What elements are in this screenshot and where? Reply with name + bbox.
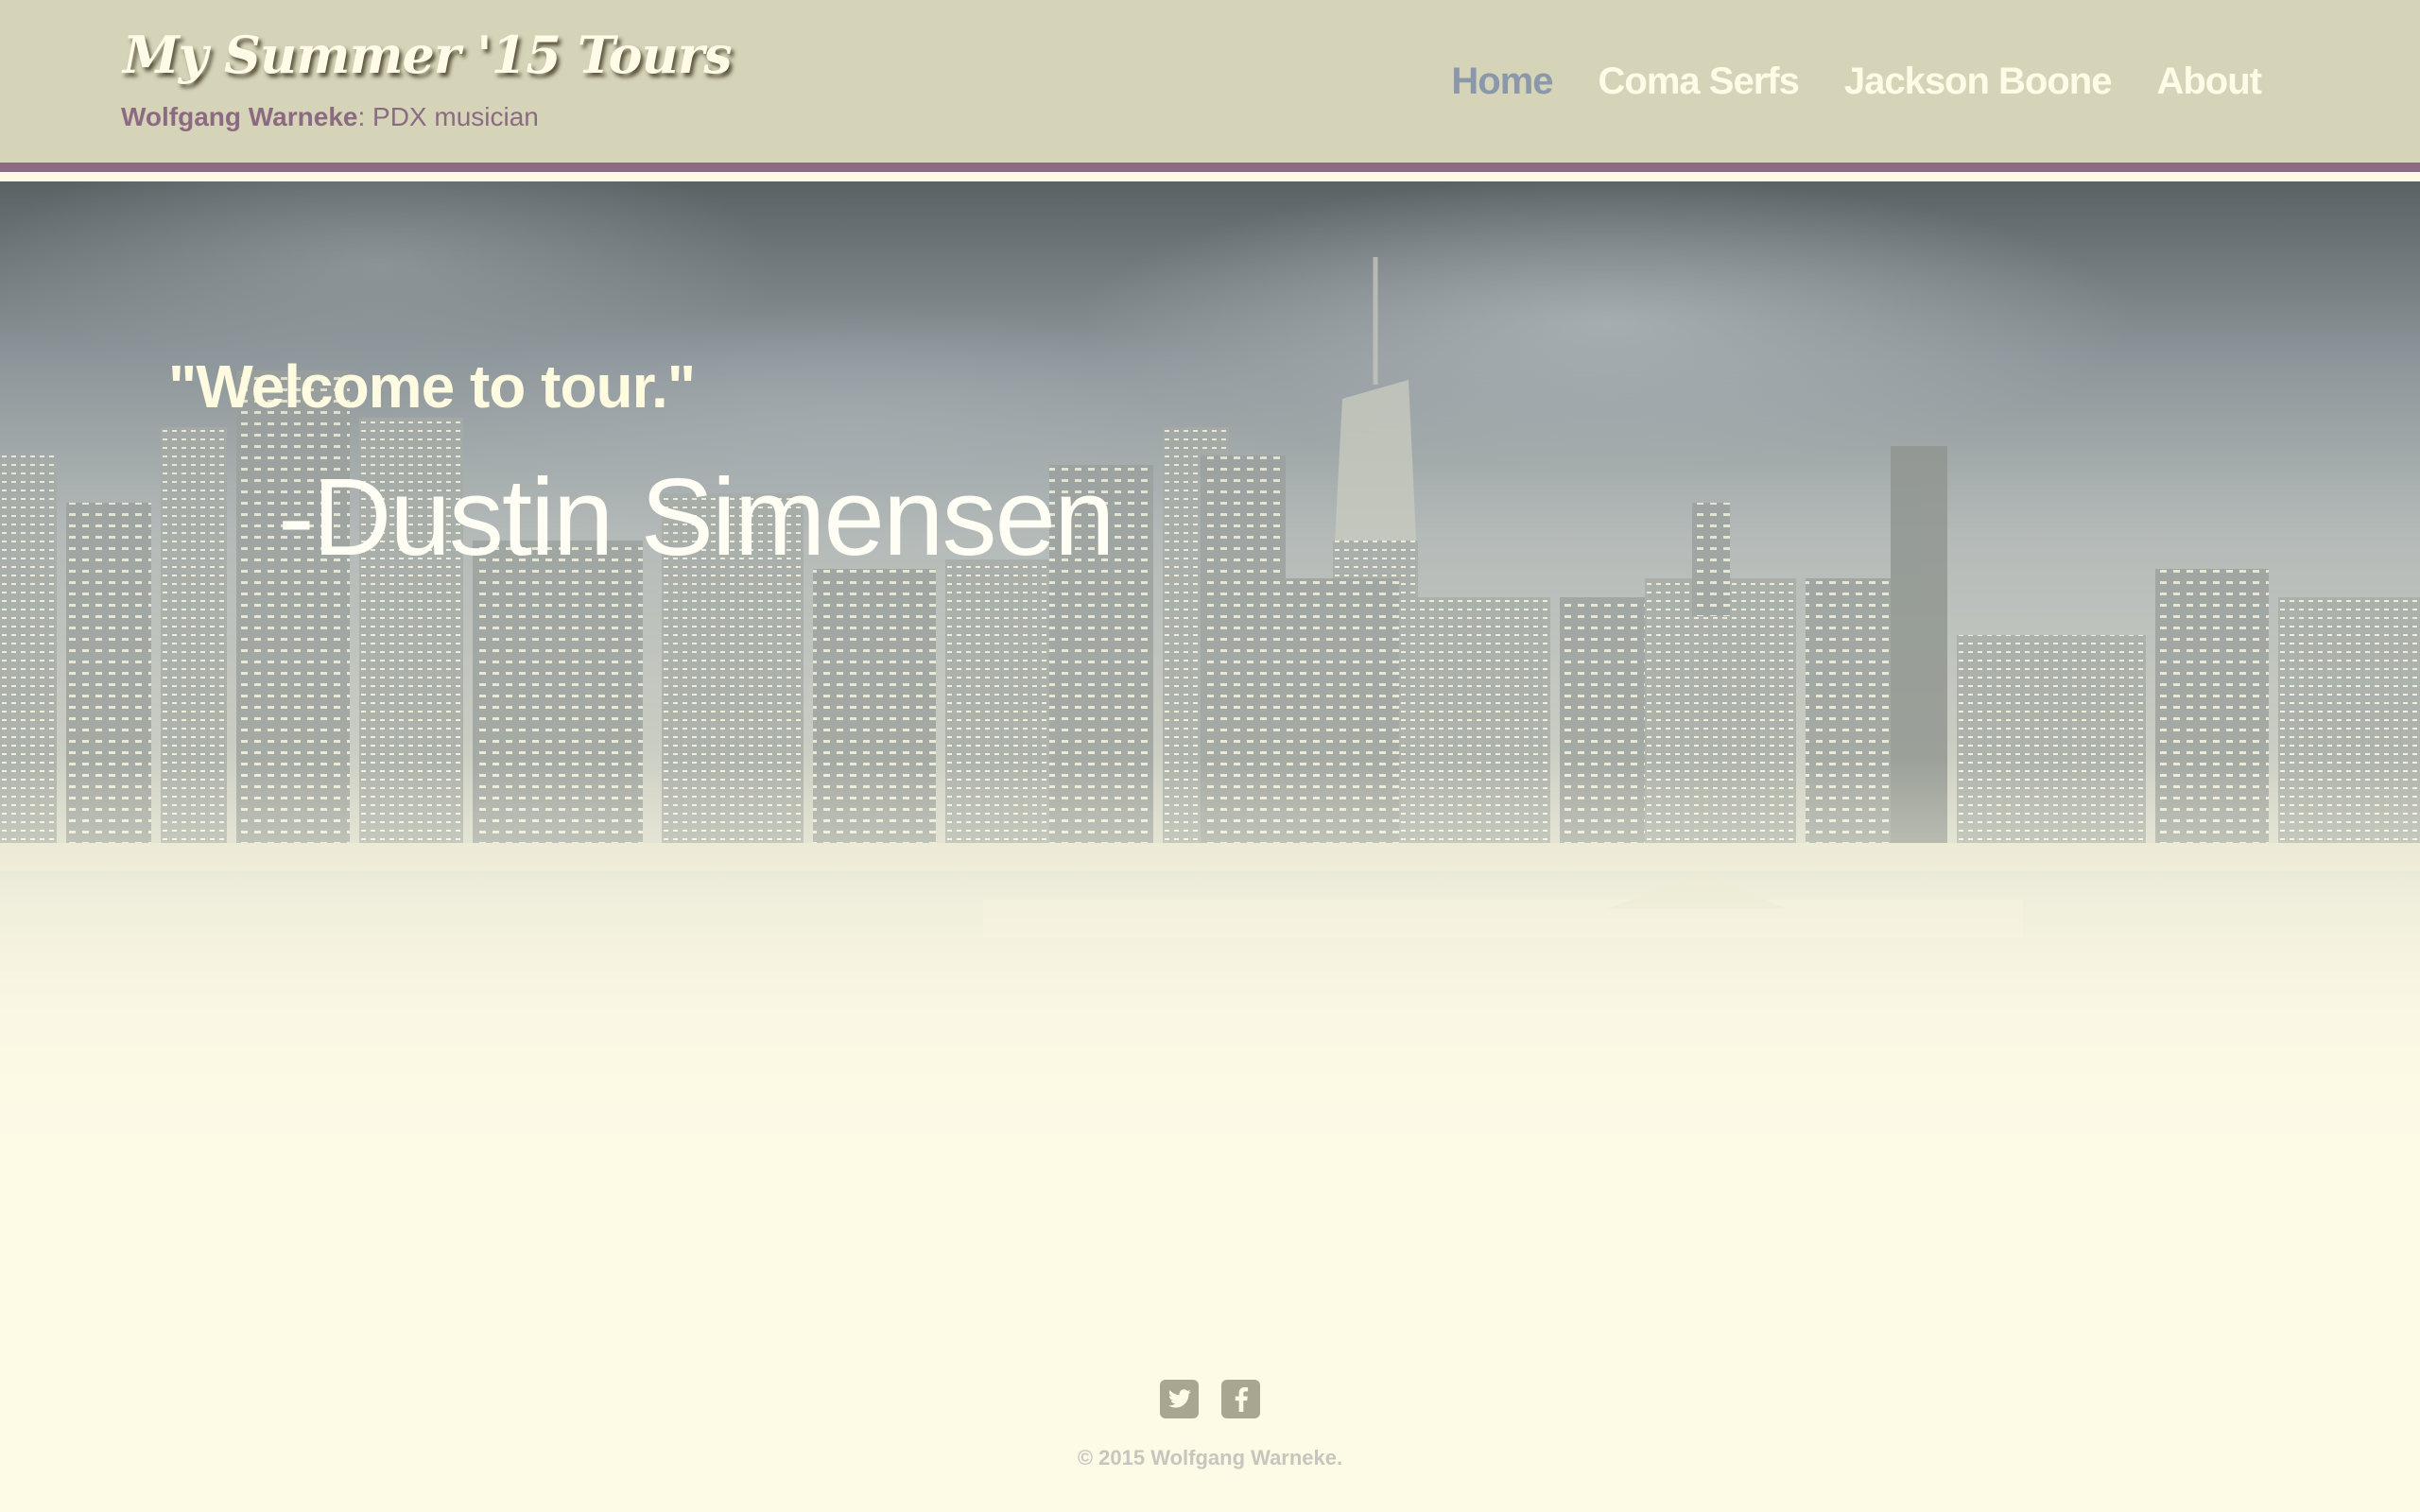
hero-quote: "Welcome to tour." bbox=[168, 352, 696, 421]
copyright-text: © 2015 Wolfgang Warneke. bbox=[1077, 1446, 1343, 1469]
hero-section: "Welcome to tour." -Dustin Simensen bbox=[0, 181, 2420, 1193]
site-header: My Summer '15 Tours Wolfgang Warneke: PD… bbox=[0, 0, 2420, 172]
twitter-icon[interactable] bbox=[1160, 1380, 1199, 1418]
nav-item-jackson-boone[interactable]: Jackson Boone bbox=[1844, 60, 2113, 103]
facebook-icon[interactable] bbox=[1221, 1380, 1260, 1418]
social-links bbox=[1160, 1380, 1260, 1418]
tagline-description: : PDX musician bbox=[357, 102, 539, 131]
site-tagline: Wolfgang Warneke: PDX musician bbox=[121, 102, 539, 132]
nav-item-home[interactable]: Home bbox=[1451, 60, 1553, 103]
nav-item-coma-serfs[interactable]: Coma Serfs bbox=[1599, 60, 1800, 103]
site-title[interactable]: My Summer '15 Tours bbox=[123, 25, 733, 85]
tagline-name: Wolfgang Warneke bbox=[121, 102, 358, 131]
hero-fade-overlay bbox=[0, 758, 2420, 1193]
nav-item-about[interactable]: About bbox=[2156, 60, 2262, 103]
main-nav: Home Coma Serfs Jackson Boone About bbox=[1451, 60, 2262, 103]
hero-quote-author: -Dustin Simensen bbox=[278, 455, 1115, 578]
